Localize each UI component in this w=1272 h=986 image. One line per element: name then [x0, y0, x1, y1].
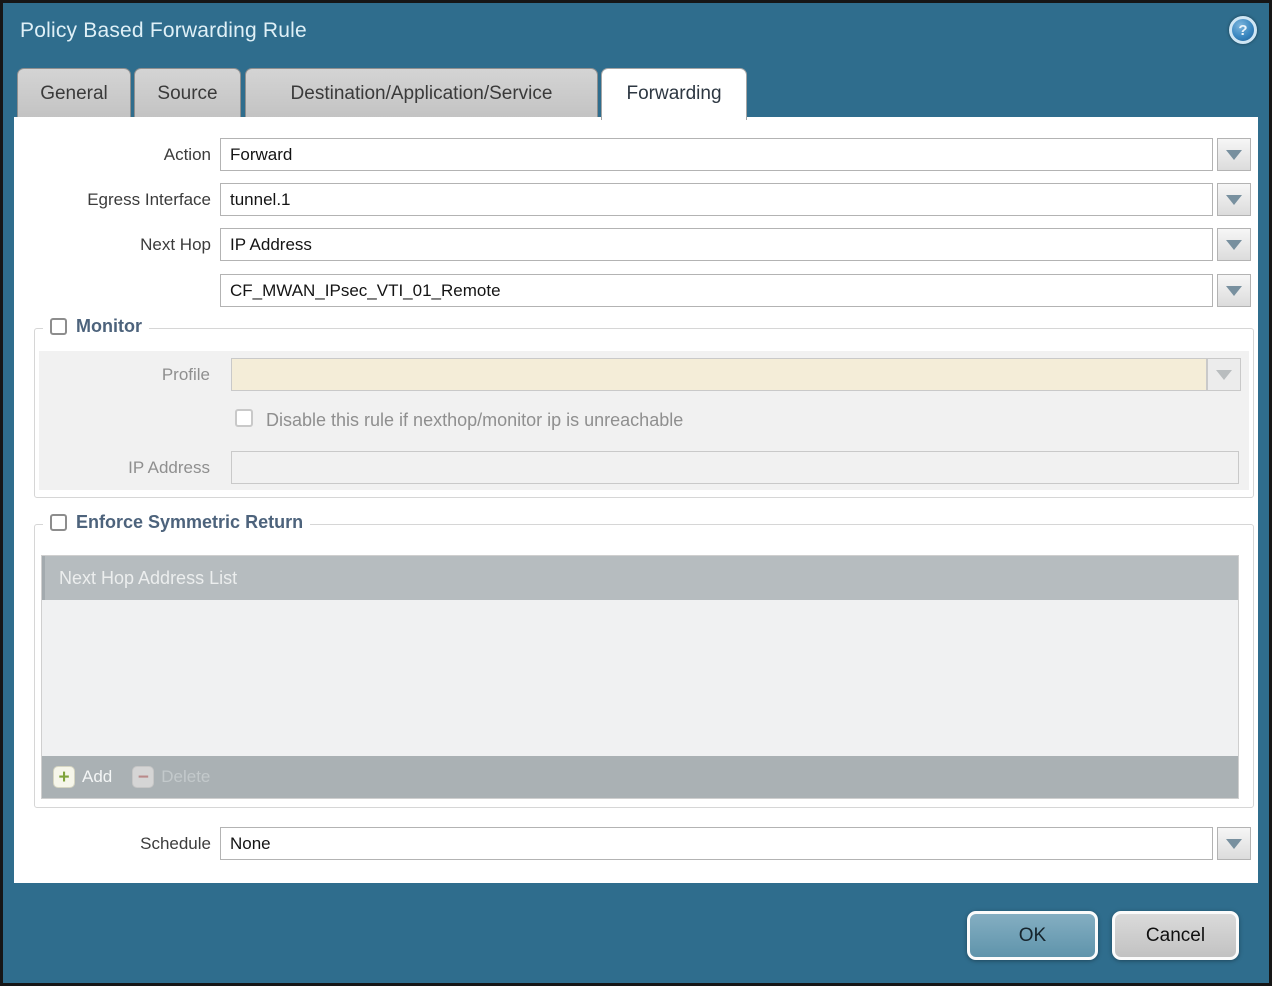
action-dropdown-button[interactable] — [1217, 138, 1251, 171]
cancel-button[interactable]: Cancel — [1112, 911, 1239, 960]
action-row: Action Forward — [14, 138, 1258, 171]
dialog-title: Policy Based Forwarding Rule — [20, 19, 307, 43]
delete-button-label: Delete — [161, 767, 210, 787]
schedule-row: Schedule None — [14, 827, 1258, 860]
next-hop-type-dropdown-button[interactable] — [1217, 228, 1251, 261]
help-icon: ? — [1238, 23, 1247, 38]
profile-select — [231, 358, 1207, 391]
action-select[interactable]: Forward — [220, 138, 1213, 171]
schedule-label: Schedule — [14, 827, 211, 860]
chevron-down-icon — [1226, 195, 1242, 205]
disable-rule-label: Disable this rule if nexthop/monitor ip … — [266, 409, 683, 431]
next-hop-address-select[interactable]: CF_MWAN_IPsec_VTI_01_Remote — [220, 274, 1213, 307]
monitor-ip-row: IP Address — [35, 451, 1253, 484]
tab-source[interactable]: Source — [134, 68, 241, 118]
tab-general[interactable]: General — [17, 68, 131, 118]
help-button[interactable]: ? — [1229, 16, 1257, 44]
next-hop-address-table-body — [42, 600, 1238, 756]
profile-label: Profile — [35, 358, 210, 391]
egress-interface-row: Egress Interface tunnel.1 — [14, 183, 1258, 216]
minus-icon: − — [132, 766, 154, 788]
chevron-down-icon — [1226, 150, 1242, 160]
next-hop-row: Next Hop IP Address — [14, 228, 1258, 261]
forwarding-tab-panel: Action Forward Egress Interface tunnel.1… — [14, 117, 1258, 883]
next-hop-type-select[interactable]: IP Address — [220, 228, 1213, 261]
plus-icon: + — [53, 766, 75, 788]
tab-destination-application-service[interactable]: Destination/Application/Service — [245, 68, 598, 118]
disable-rule-row: Disable this rule if nexthop/monitor ip … — [35, 409, 1253, 431]
delete-button: − Delete — [132, 766, 210, 788]
next-hop-address-list-column-header: Next Hop Address List — [42, 556, 1238, 600]
next-hop-address-dropdown-button[interactable] — [1217, 274, 1251, 307]
schedule-dropdown-button[interactable] — [1217, 827, 1251, 860]
profile-dropdown-button — [1207, 358, 1241, 391]
egress-interface-label: Egress Interface — [14, 183, 211, 216]
chevron-down-icon — [1216, 370, 1232, 380]
monitor-ip-label: IP Address — [35, 451, 210, 484]
next-hop-address-row: CF_MWAN_IPsec_VTI_01_Remote — [14, 274, 1258, 307]
monitor-legend: Monitor — [43, 316, 149, 337]
pbf-rule-dialog: Policy Based Forwarding Rule ? General S… — [0, 0, 1272, 986]
add-button[interactable]: + Add — [53, 766, 112, 788]
enforce-symmetric-return-legend: Enforce Symmetric Return — [43, 512, 310, 533]
profile-row: Profile — [35, 358, 1253, 391]
next-hop-label: Next Hop — [14, 228, 211, 261]
monitor-section: Monitor Profile Disable this rule if nex… — [34, 328, 1254, 498]
add-button-label: Add — [82, 767, 112, 787]
action-label: Action — [14, 138, 211, 171]
egress-interface-select[interactable]: tunnel.1 — [220, 183, 1213, 216]
enforce-symmetric-return-checkbox[interactable] — [50, 514, 67, 531]
monitor-ip-input — [231, 451, 1239, 484]
egress-interface-dropdown-button[interactable] — [1217, 183, 1251, 216]
enforce-symmetric-return-section: Enforce Symmetric Return Next Hop Addres… — [34, 524, 1254, 808]
chevron-down-icon — [1226, 240, 1242, 250]
schedule-select[interactable]: None — [220, 827, 1213, 860]
monitor-checkbox[interactable] — [50, 318, 67, 335]
next-hop-address-table: Next Hop Address List + Add − Delete — [41, 555, 1239, 799]
ok-button[interactable]: OK — [967, 911, 1098, 960]
chevron-down-icon — [1226, 839, 1242, 849]
monitor-legend-label: Monitor — [76, 316, 142, 337]
disable-rule-checkbox — [235, 409, 253, 427]
chevron-down-icon — [1226, 286, 1242, 296]
enforce-symmetric-return-legend-label: Enforce Symmetric Return — [76, 512, 303, 533]
next-hop-address-table-toolbar: + Add − Delete — [42, 756, 1238, 798]
tab-forwarding[interactable]: Forwarding — [601, 68, 747, 120]
